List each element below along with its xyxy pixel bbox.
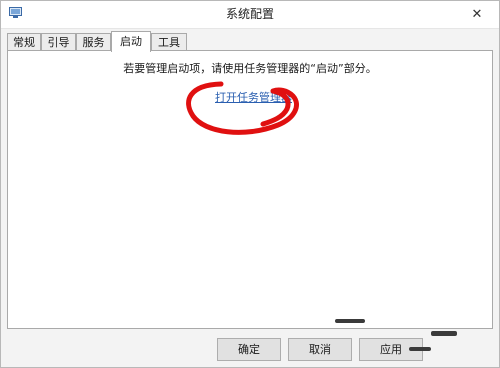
image-watermark-mark xyxy=(409,347,431,351)
tab-general[interactable]: 常规 xyxy=(7,33,41,50)
image-watermark-mark xyxy=(335,319,365,323)
close-button[interactable]: ✕ xyxy=(463,5,491,25)
open-task-manager-link[interactable]: 打开任务管理器 xyxy=(215,89,292,105)
startup-info-text: 若要管理启动项，请使用任务管理器的“启动”部分。 xyxy=(123,62,377,75)
system-config-window: 系统配置 ✕ 常规 引导 服务 启动 工具 若要管理启动项，请使用任务管理器的“… xyxy=(0,0,500,368)
title-bar: 系统配置 ✕ xyxy=(1,1,499,29)
tab-services[interactable]: 服务 xyxy=(76,33,111,50)
cancel-button[interactable]: 取消 xyxy=(288,338,352,361)
ok-button[interactable]: 确定 xyxy=(217,338,281,361)
image-watermark-mark xyxy=(431,331,457,336)
tab-tools[interactable]: 工具 xyxy=(151,33,187,50)
tab-boot[interactable]: 引导 xyxy=(41,33,76,50)
tab-startup[interactable]: 启动 xyxy=(111,31,151,52)
window-title: 系统配置 xyxy=(225,7,274,21)
startup-panel: 若要管理启动项，请使用任务管理器的“启动”部分。 打开任务管理器 xyxy=(7,50,493,329)
